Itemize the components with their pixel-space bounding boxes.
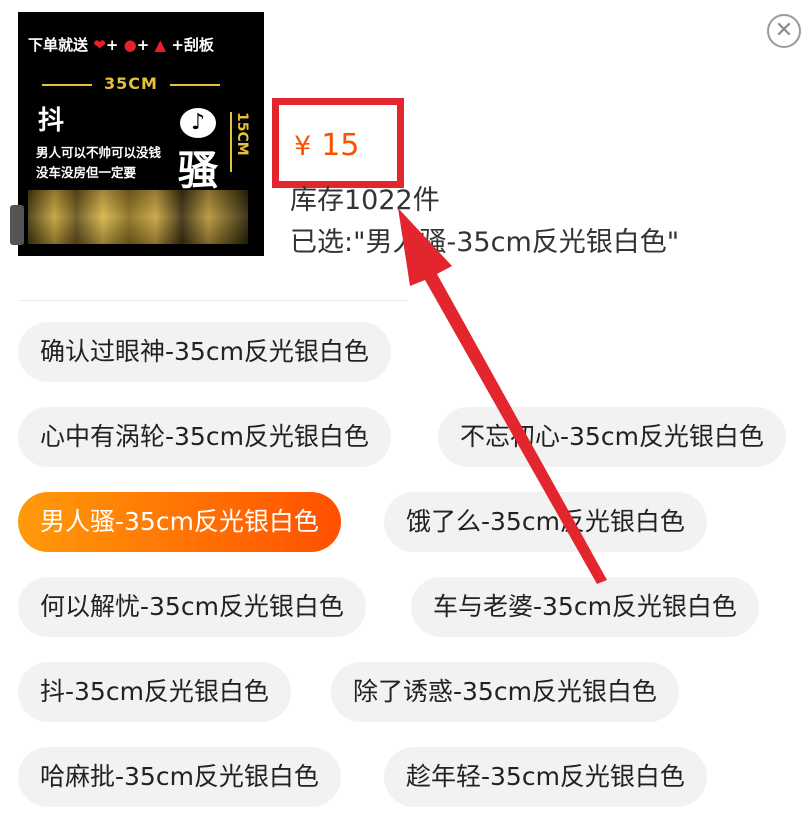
option-chip[interactable]: 哈麻批-35cm反光银白色 (18, 747, 341, 807)
stock-count: 库存1022件 (290, 185, 440, 216)
product-thumbnail[interactable]: 下单就送 ❤+ ●+ ▲ +刮板 35CM 抖 ♪ 男人可以不帅可以没钱 没车没… (18, 12, 264, 256)
option-chip[interactable]: 除了诱惑-35cm反光银白色 (331, 662, 679, 722)
thumbnail-blurred-area (28, 190, 248, 244)
close-button[interactable]: ✕ (767, 14, 801, 48)
thumbnail-slogan-line2: 没车没房但一定要 (36, 165, 137, 180)
option-chip[interactable]: 抖-35cm反光银白色 (18, 662, 291, 722)
price: ¥15 (294, 128, 359, 163)
option-chip[interactable]: 不忘初心-35cm反光银白色 (438, 407, 786, 467)
thumbnail-width-label: 35CM (36, 74, 226, 93)
thumbnail-big-char: 骚 (178, 148, 218, 194)
option-chip[interactable]: 车与老婆-35cm反光银白色 (411, 577, 759, 637)
price-value: 15 (321, 128, 360, 163)
lips-icon: ● (123, 36, 137, 54)
thumbnail-title-char: 抖 (38, 106, 65, 136)
option-chip[interactable]: 何以解忧-35cm反光银白色 (18, 577, 366, 637)
option-chip[interactable]: 趁年轻-35cm反光银白色 (384, 747, 707, 807)
thumbnail-height-label: 15CM (230, 112, 250, 172)
currency-symbol: ¥ (294, 131, 312, 162)
music-note-icon: ♪ (180, 108, 216, 138)
option-chip[interactable]: 饿了么-35cm反光银白色 (384, 492, 707, 552)
heart-icon: ❤ (93, 36, 106, 54)
thumbnail-slogan-line1: 男人可以不帅可以没钱 (36, 145, 162, 160)
option-chip[interactable]: 心中有涡轮-35cm反光银白色 (18, 407, 391, 467)
divider (18, 300, 408, 301)
selected-variant: 已选:"男人骚-35cm反光银白色" (290, 227, 680, 258)
high-heel-icon: ▲ (154, 36, 167, 54)
option-chip[interactable]: 确认过眼神-35cm反光银白色 (18, 322, 391, 382)
close-icon: ✕ (774, 18, 794, 43)
option-chip-selected[interactable]: 男人骚-35cm反光银白色 (18, 492, 341, 552)
thumbnail-promo: 下单就送 ❤+ ●+ ▲ +刮板 (28, 36, 214, 54)
side-handle[interactable] (10, 205, 24, 245)
